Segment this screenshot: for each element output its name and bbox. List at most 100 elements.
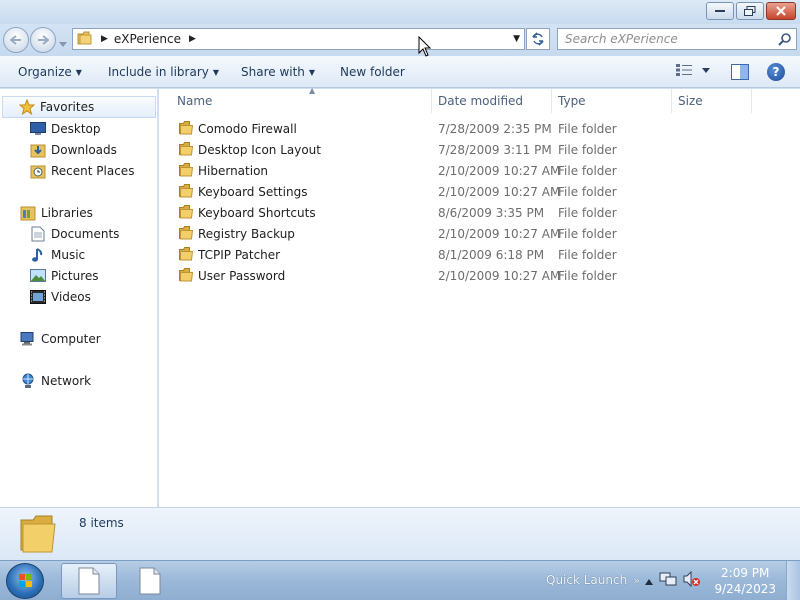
nav-favorites-label: Favorites [40, 100, 95, 114]
quick-launch-toolbar[interactable]: Quick Launch » [546, 573, 640, 587]
table-row[interactable]: Desktop Icon Layout 7/28/2009 3:11 PM File… [159, 140, 779, 161]
column-header-type[interactable]: Type [552, 89, 672, 113]
close-button[interactable] [766, 2, 796, 20]
breadcrumb-current[interactable]: eXPerience [114, 32, 181, 46]
sidebar-item-pictures[interactable]: Pictures [30, 268, 99, 284]
chevron-down-icon: ▼ [308, 68, 316, 77]
include-in-library-button[interactable]: Include in library ▼ [108, 65, 219, 79]
mouse-cursor-icon [418, 35, 432, 61]
folder-icon [179, 226, 194, 243]
table-row[interactable]: Comodo Firewall 7/28/2009 2:35 PM File fol… [159, 119, 779, 140]
taskbar-app-document[interactable] [122, 563, 178, 599]
forward-button[interactable] [30, 27, 56, 53]
nav-network[interactable]: Network [20, 373, 91, 389]
refresh-button[interactable] [526, 28, 550, 50]
sort-ascending-icon: ▲ [309, 86, 316, 95]
include-in-library-label: Include in library [108, 65, 209, 79]
chevron-down-icon: ▼ [75, 68, 82, 77]
column-header-name-label: Name [177, 94, 213, 108]
taskbar-app-explorer[interactable] [61, 563, 117, 599]
table-row[interactable]: User Password 2/10/2009 10:27 AM File fold… [159, 266, 779, 287]
table-row[interactable]: Registry Backup 2/10/2009 10:27 AM File fo… [159, 224, 779, 245]
table-row[interactable]: Keyboard Shortcuts 8/6/2009 3:35 PM File f… [159, 203, 779, 224]
table-row[interactable]: Hibernation 2/10/2009 10:27 AM File folder [159, 161, 779, 182]
file-name[interactable]: Hibernation [198, 164, 268, 178]
sidebar-item-label: Recent Places [51, 164, 135, 178]
file-date-modified: 2/10/2009 10:27 AM [438, 185, 561, 199]
file-name[interactable]: Keyboard Shortcuts [198, 206, 316, 220]
folder-icon [179, 121, 194, 138]
column-header-name[interactable]: Name ▲ [171, 86, 432, 113]
chevron-down-icon [59, 42, 67, 47]
clock[interactable]: 2:09 PM 9/24/2023 [714, 565, 776, 597]
nav-favorites[interactable]: Favorites [2, 96, 156, 118]
back-button[interactable] [3, 27, 29, 53]
sidebar-item-label: Downloads [51, 143, 117, 157]
clock-date: 9/24/2023 [714, 582, 776, 596]
column-header-size[interactable]: Size [672, 89, 752, 113]
address-bar[interactable]: ▶ eXPerience ▶ ▼ [72, 28, 525, 50]
file-type: File folder [558, 185, 617, 199]
organize-button[interactable]: Organize ▼ [18, 65, 82, 79]
search-box[interactable] [557, 28, 797, 50]
pictures-icon [30, 268, 46, 284]
help-icon: ? [772, 65, 780, 79]
details-pane: 8 items [0, 507, 800, 560]
change-view-button[interactable] [676, 64, 710, 76]
folder-icon [179, 247, 194, 264]
sidebar-item-desktop[interactable]: Desktop [30, 121, 101, 137]
chevron-up-icon [645, 578, 653, 585]
column-header-date-modified[interactable]: Date modified [432, 89, 552, 113]
network-icon [20, 373, 36, 389]
minimize-icon [715, 10, 725, 12]
file-name[interactable]: Desktop Icon Layout [198, 143, 321, 157]
system-tray [645, 570, 701, 590]
table-row[interactable]: TCPIP Patcher 8/1/2009 6:18 PM File folder [159, 245, 779, 266]
libraries-icon [20, 205, 36, 221]
sidebar-item-documents[interactable]: Documents [30, 226, 119, 242]
start-button[interactable] [6, 563, 44, 599]
sidebar-item-videos[interactable]: Videos [30, 289, 91, 305]
nav-computer[interactable]: Computer [20, 331, 101, 347]
table-row[interactable]: Keyboard Settings 2/10/2009 10:27 AM File … [159, 182, 779, 203]
nav-libraries[interactable]: Libraries [20, 205, 93, 221]
file-date-modified: 7/28/2009 2:35 PM [438, 122, 552, 136]
volume-muted-icon[interactable] [683, 570, 701, 590]
preview-pane-button[interactable] [731, 64, 749, 83]
help-button[interactable]: ? [767, 63, 785, 81]
file-name[interactable]: TCPIP Patcher [198, 248, 280, 262]
new-folder-button[interactable]: New folder [340, 65, 405, 79]
network-tray-icon[interactable] [659, 571, 677, 590]
breadcrumb-separator-icon[interactable]: ▶ [189, 34, 196, 44]
search-icon[interactable] [778, 32, 792, 49]
quick-launch-label: Quick Launch [546, 573, 628, 587]
file-name[interactable]: Comodo Firewall [198, 122, 297, 136]
file-type: File folder [558, 248, 617, 262]
file-list: Name ▲ Date modified Type Size Comodo Fi… [159, 86, 800, 507]
share-with-button[interactable]: Share with ▼ [241, 65, 315, 79]
address-history-dropdown[interactable]: ▼ [513, 34, 520, 44]
document-icon [78, 567, 100, 595]
desktop-icon [30, 121, 46, 137]
back-arrow-icon [10, 35, 21, 45]
sidebar-item-label: Videos [51, 290, 91, 304]
show-desktop-button[interactable] [786, 561, 800, 600]
folder-icon [179, 268, 194, 285]
clock-time: 2:09 PM [721, 566, 770, 580]
show-hidden-icons-button[interactable] [645, 574, 653, 588]
maximize-button[interactable] [736, 2, 764, 20]
minimize-button[interactable] [706, 2, 734, 20]
chevron-down-icon [702, 67, 710, 73]
file-name[interactable]: Keyboard Settings [198, 185, 307, 199]
taskbar: Quick Launch » 2:09 PM 9/24/2023 [0, 560, 800, 600]
breadcrumb-separator-icon[interactable]: ▶ [101, 34, 108, 44]
sidebar-item-music[interactable]: Music [30, 247, 85, 263]
search-input[interactable] [558, 29, 768, 49]
sidebar-item-recent-places[interactable]: Recent Places [30, 163, 134, 179]
file-name[interactable]: Registry Backup [198, 227, 295, 241]
file-name[interactable]: User Password [198, 269, 285, 283]
recent-pages-dropdown[interactable] [59, 36, 67, 50]
downloads-icon [30, 142, 46, 158]
nav-computer-label: Computer [41, 332, 101, 346]
sidebar-item-downloads[interactable]: Downloads [30, 142, 117, 158]
